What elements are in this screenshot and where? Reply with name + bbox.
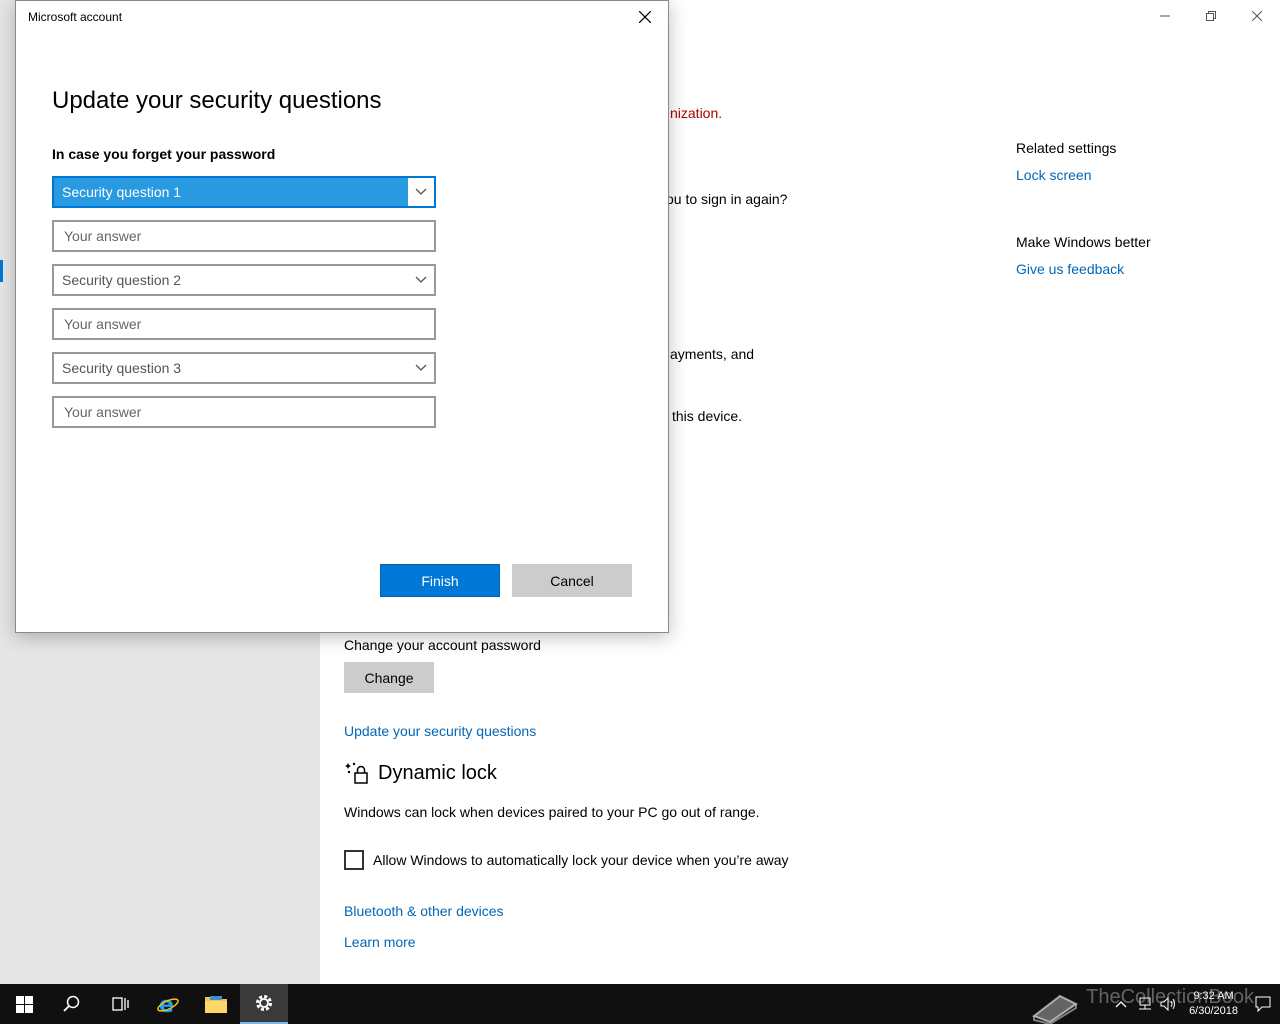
chevron-down-icon: [408, 354, 434, 382]
dynamic-lock-title: Dynamic lock: [378, 761, 497, 784]
finish-button[interactable]: Finish: [380, 564, 500, 597]
volume-icon[interactable]: [1157, 984, 1181, 1024]
dynamic-lock-checkbox[interactable]: [344, 850, 364, 870]
internet-explorer-icon[interactable]: e: [144, 984, 192, 1024]
dialog-close-button[interactable]: [622, 1, 668, 33]
payments-text: ayments, and: [670, 346, 755, 362]
taskbar-clock[interactable]: 9:32 AM 6/30/2018: [1181, 989, 1246, 1019]
security-question-3-select[interactable]: Security question 3: [52, 352, 436, 384]
search-icon[interactable]: [48, 984, 96, 1024]
chevron-down-icon: [408, 178, 434, 206]
security-question-2-value: Security question 2: [62, 272, 182, 288]
device-text: this device.: [672, 408, 743, 424]
file-explorer-icon[interactable]: [192, 984, 240, 1024]
windows-start-icon[interactable]: [0, 984, 48, 1024]
dialog-title: Microsoft account: [28, 10, 123, 24]
security-answer-3-input[interactable]: [52, 396, 436, 428]
security-answer-2-input[interactable]: [52, 308, 436, 340]
clock-time: 9:32 AM: [1193, 990, 1234, 1002]
close-icon: [639, 11, 651, 23]
change-password-button[interactable]: Change: [344, 662, 434, 693]
dynamic-lock-header: Dynamic lock: [344, 760, 497, 786]
close-window-button[interactable]: [1234, 0, 1280, 32]
lock-screen-link[interactable]: Lock screen: [1016, 167, 1091, 183]
dynamic-lock-description: Windows can lock when devices paired to …: [344, 804, 760, 820]
network-icon[interactable]: [1133, 984, 1157, 1024]
related-settings-heading: Related settings: [1016, 140, 1117, 156]
task-view-icon[interactable]: [96, 984, 144, 1024]
security-question-2-select[interactable]: Security question 2: [52, 264, 436, 296]
dynamic-lock-checkbox-row[interactable]: Allow Windows to automatically lock your…: [344, 850, 789, 870]
sign-in-again-text: ou to sign in again?: [666, 191, 788, 207]
org-warning-text: nization.: [670, 105, 723, 121]
dynamic-lock-checkbox-label: Allow Windows to automatically lock your…: [373, 852, 789, 868]
learn-more-link[interactable]: Learn more: [344, 934, 416, 950]
system-tray: 9:32 AM 6/30/2018: [1109, 984, 1280, 1024]
dialog-subheading: In case you forget your password: [52, 146, 276, 162]
chevron-up-icon[interactable]: [1109, 984, 1133, 1024]
dialog-heading: Update your security questions: [52, 87, 382, 114]
update-security-questions-link[interactable]: Update your security questions: [344, 723, 536, 739]
make-windows-better-heading: Make Windows better: [1016, 234, 1151, 250]
security-answer-1-input[interactable]: [52, 220, 436, 252]
sidebar-selection-marker: [0, 260, 3, 282]
microsoft-account-dialog: Microsoft account Update your security q…: [15, 0, 669, 633]
dynamic-lock-icon: [344, 760, 370, 786]
change-password-label: Change your account password: [344, 637, 541, 653]
security-question-1-value: Security question 1: [54, 178, 408, 206]
security-question-3-value: Security question 3: [62, 360, 182, 376]
clock-date: 6/30/2018: [1189, 1005, 1238, 1017]
security-question-1-select[interactable]: Security question 1: [52, 176, 436, 208]
settings-gear-icon[interactable]: [240, 984, 288, 1024]
taskbar: e 9:32 AM 6/30/2018 TheCollectionBook: [0, 984, 1280, 1024]
cancel-button[interactable]: Cancel: [512, 564, 632, 597]
chevron-down-icon: [408, 266, 434, 294]
action-center-icon[interactable]: [1246, 984, 1280, 1024]
window-controls: [1142, 0, 1280, 32]
bluetooth-devices-link[interactable]: Bluetooth & other devices: [344, 903, 504, 919]
dialog-titlebar: Microsoft account: [16, 1, 668, 33]
minimize-button[interactable]: [1142, 0, 1188, 32]
give-feedback-link[interactable]: Give us feedback: [1016, 261, 1124, 277]
book-logo-watermark: [1031, 994, 1078, 1024]
restore-button[interactable]: [1188, 0, 1234, 32]
